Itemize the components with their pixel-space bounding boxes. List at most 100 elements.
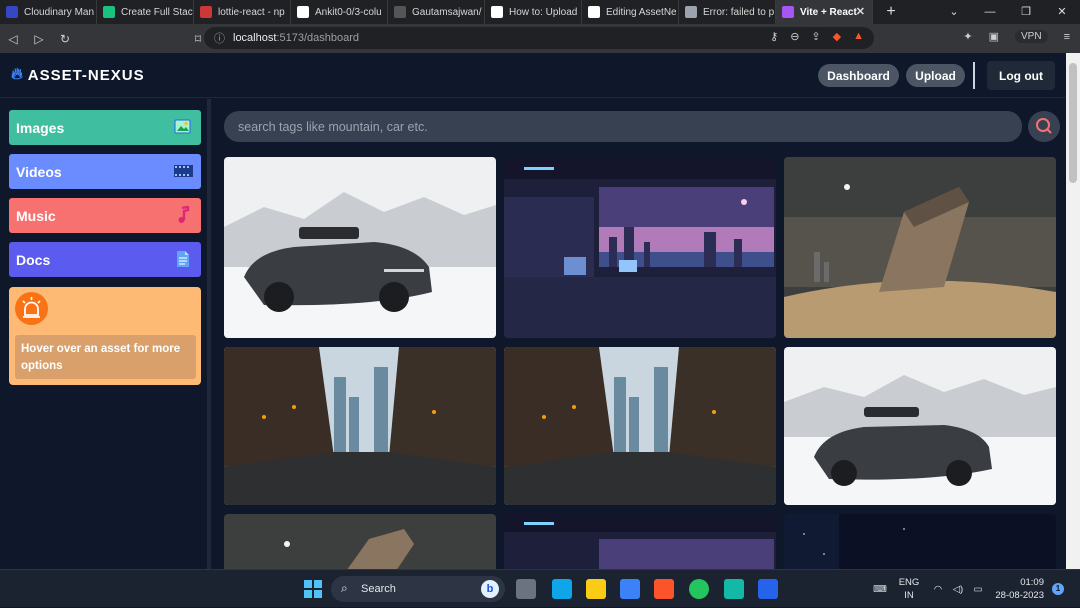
city-street-image bbox=[504, 347, 776, 505]
asset-tile[interactable] bbox=[784, 157, 1056, 338]
medium-icon bbox=[491, 6, 503, 18]
hint-card: Hover over an asset for more options bbox=[9, 287, 201, 385]
task-view-icon[interactable] bbox=[516, 579, 536, 599]
browser-tab[interactable]: Cloudinary Man bbox=[0, 0, 97, 24]
sidebar-item-label: Videos bbox=[16, 163, 62, 180]
windows-start-icon[interactable] bbox=[303, 579, 323, 599]
microsoft-store-icon[interactable] bbox=[620, 579, 640, 599]
sidebar: Images Videos Music Docs Hover over an a… bbox=[0, 99, 211, 569]
minimize-button[interactable]: — bbox=[972, 0, 1008, 24]
keyboard-icon[interactable]: ⌨ bbox=[870, 570, 890, 608]
asset-tile[interactable] bbox=[504, 514, 776, 569]
site-info-icon[interactable]: ⓘ bbox=[214, 30, 225, 46]
wifi-icon[interactable]: ◠ bbox=[930, 570, 946, 608]
npm-icon bbox=[200, 6, 212, 18]
search-input[interactable]: search tags like mountain, car etc. bbox=[224, 111, 1022, 142]
back-icon[interactable]: ◁ bbox=[0, 32, 26, 46]
url-host: localhost bbox=[233, 32, 277, 44]
app-icon[interactable] bbox=[724, 579, 744, 599]
perplexity-icon bbox=[685, 6, 697, 18]
close-tab-icon[interactable]: ✕ bbox=[856, 5, 865, 18]
address-bar[interactable]: ⓘ localhost:5173/dashboard ⚷ ⊖ ⇪ ◆ ▲ bbox=[204, 27, 874, 49]
file-explorer-icon[interactable] bbox=[586, 579, 606, 599]
edge-icon[interactable] bbox=[689, 579, 709, 599]
reload-icon[interactable]: ↻ bbox=[52, 32, 78, 46]
asset-tile[interactable] bbox=[224, 514, 496, 569]
sidebar-item-images[interactable]: Images bbox=[9, 110, 201, 145]
tab-title: Ankit0-0/3-colu bbox=[315, 6, 382, 18]
close-window-button[interactable]: ✕ bbox=[1044, 0, 1080, 24]
film-icon bbox=[174, 165, 193, 177]
brave-browser-icon[interactable] bbox=[654, 579, 674, 599]
brave-rewards-icon[interactable]: ▲ bbox=[853, 30, 864, 43]
upload-button[interactable]: Upload bbox=[906, 64, 965, 87]
search-icon: ⌕ bbox=[341, 581, 348, 595]
clock[interactable]: 01:09 28-08-2023 bbox=[990, 570, 1044, 608]
zoom-icon[interactable]: ⊖ bbox=[790, 30, 799, 43]
search-icon bbox=[1036, 118, 1052, 134]
logout-button[interactable]: Log out bbox=[987, 61, 1055, 90]
tab-title: Error: failed to p bbox=[703, 6, 775, 18]
browser-tab[interactable]: Create Full Stack bbox=[97, 0, 194, 24]
dashboard-button[interactable]: Dashboard bbox=[818, 64, 899, 87]
page-scrollbar[interactable] bbox=[1066, 53, 1080, 569]
tab-title: Editing AssetNe bbox=[606, 6, 677, 18]
sidebar-item-docs[interactable]: Docs bbox=[9, 242, 201, 277]
browser-tab[interactable]: Editing AssetNe bbox=[582, 0, 679, 24]
browser-tab[interactable]: Ankit0-0/3-colu bbox=[291, 0, 388, 24]
asset-tile[interactable] bbox=[224, 157, 496, 338]
vscode-icon[interactable] bbox=[552, 579, 572, 599]
neon-room-image bbox=[504, 514, 776, 569]
url-path: :5173/dashboard bbox=[276, 32, 359, 44]
browser-tab-strip: Cloudinary Man Create Full Stack lottie-re… bbox=[0, 0, 1080, 24]
key-icon[interactable]: ⚷ bbox=[770, 30, 778, 43]
search-button[interactable] bbox=[1028, 111, 1060, 142]
volume-icon[interactable]: ◁) bbox=[950, 570, 966, 608]
snow-car-image bbox=[224, 157, 496, 338]
browser-tab[interactable]: lottie-react - np bbox=[194, 0, 291, 24]
asset-tile[interactable] bbox=[504, 157, 776, 338]
word-icon[interactable] bbox=[758, 579, 778, 599]
asset-tile[interactable] bbox=[504, 347, 776, 505]
vpn-button[interactable]: VPN bbox=[1015, 30, 1048, 43]
clock-date: 28-08-2023 bbox=[995, 590, 1044, 601]
browser-tab[interactable]: How to: Upload bbox=[485, 0, 582, 24]
language-indicator[interactable]: ENG IN bbox=[896, 570, 922, 608]
cloudinary-icon bbox=[6, 6, 18, 18]
battery-icon[interactable]: ▭ bbox=[970, 570, 986, 608]
dark-space-image bbox=[784, 514, 1056, 569]
taskbar-search-label: Search bbox=[361, 583, 396, 595]
asset-tile[interactable] bbox=[784, 347, 1056, 505]
city-street-image bbox=[224, 347, 496, 505]
snow-car-image bbox=[784, 347, 1056, 505]
sidebar-item-videos[interactable]: Videos bbox=[9, 154, 201, 189]
app-logo[interactable]: 🔥︎ ASSET-NEXUS bbox=[11, 66, 145, 84]
music-note-icon bbox=[178, 206, 190, 223]
brave-shield-icon[interactable]: ◆ bbox=[833, 30, 841, 43]
share-icon[interactable]: ⇪ bbox=[811, 30, 820, 43]
hint-text: Hover over an asset for more options bbox=[15, 335, 196, 379]
browser-tab[interactable]: Error: failed to p bbox=[679, 0, 776, 24]
tab-title: How to: Upload bbox=[509, 6, 578, 18]
asset-tile[interactable] bbox=[224, 347, 496, 505]
browser-tab[interactable]: Gautamsajwan/ bbox=[388, 0, 485, 24]
tab-title: Cloudinary Man bbox=[24, 6, 95, 18]
app-header: 🔥︎ ASSET-NEXUS Dashboard Upload Log out bbox=[0, 53, 1066, 98]
tab-search-icon[interactable]: ⌄ bbox=[936, 0, 972, 24]
image-icon bbox=[174, 119, 191, 134]
notification-badge[interactable]: 1 bbox=[1052, 583, 1064, 595]
maximize-button[interactable]: ❐ bbox=[1008, 0, 1044, 24]
bing-icon[interactable]: b bbox=[481, 580, 499, 598]
scrollbar-thumb[interactable] bbox=[1069, 63, 1077, 183]
forward-icon[interactable]: ▷ bbox=[26, 32, 52, 46]
asset-tile[interactable] bbox=[784, 514, 1056, 569]
github-icon bbox=[297, 6, 309, 18]
menu-icon[interactable]: ≡ bbox=[1064, 31, 1070, 43]
sidebar-item-music[interactable]: Music bbox=[9, 198, 201, 233]
taskbar-search[interactable]: ⌕ Search b bbox=[331, 576, 505, 602]
github-icon bbox=[588, 6, 600, 18]
new-tab-button[interactable]: + bbox=[879, 3, 903, 21]
extensions-icon[interactable]: ✦ bbox=[963, 30, 972, 43]
browser-tab[interactable]: Vite + React ✕ bbox=[776, 0, 873, 24]
sidebar-toggle-icon[interactable]: ▣ bbox=[989, 30, 999, 43]
